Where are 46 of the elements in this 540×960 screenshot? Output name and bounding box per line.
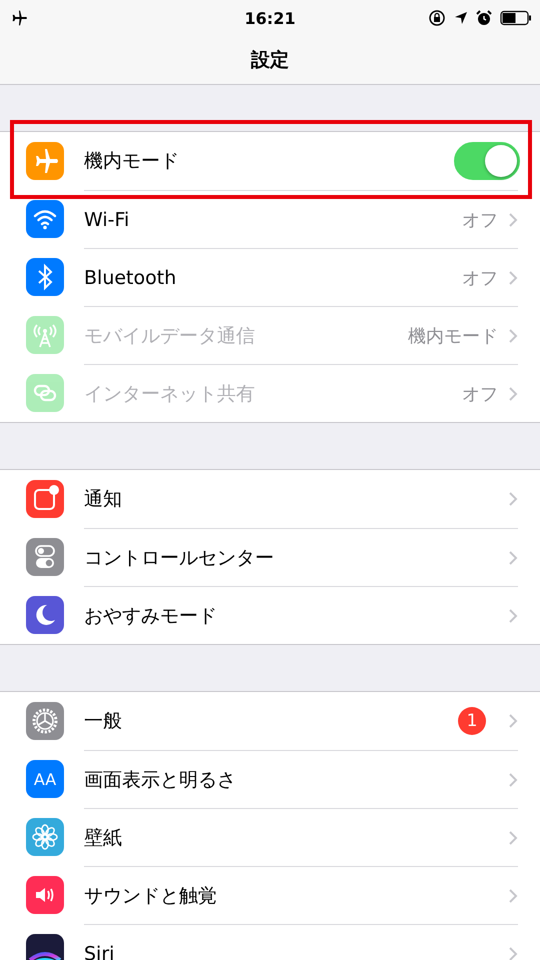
chevron-icon	[508, 550, 518, 566]
letters-icon: AA	[26, 760, 64, 798]
switches-icon	[26, 538, 64, 576]
chevron-icon	[508, 830, 518, 846]
screen-title: 設定	[251, 48, 289, 73]
chevron-icon	[508, 888, 518, 904]
gear-icon	[26, 702, 64, 740]
chevron-icon	[508, 386, 518, 402]
airplane-icon	[26, 142, 64, 180]
settings-item[interactable]: Wi-Fi	[84, 208, 452, 230]
flower-icon	[26, 818, 64, 856]
clock-time: 16:21	[244, 8, 296, 28]
location-arrow-icon	[454, 11, 468, 25]
settings-item[interactable]: 壁紙	[84, 824, 498, 850]
chevron-icon	[508, 608, 518, 624]
chevron-icon	[508, 328, 518, 344]
detail-text: オフ	[462, 382, 498, 406]
toggle-switch[interactable]	[454, 142, 520, 180]
detail-text: オフ	[462, 208, 498, 232]
chevron-icon	[508, 491, 518, 507]
notification-icon	[26, 480, 64, 518]
chevron-icon	[508, 270, 518, 286]
moon-icon	[26, 596, 64, 634]
bluetooth-icon	[26, 258, 64, 296]
chain-link-icon	[26, 374, 64, 412]
settings-item[interactable]: Siri	[84, 942, 498, 960]
settings-item[interactable]: 機内モード	[84, 148, 444, 174]
settings-item[interactable]: コントロールセンター	[84, 544, 498, 570]
wifi-icon	[26, 200, 64, 238]
settings-item[interactable]: 通知	[84, 486, 498, 512]
settings-item[interactable]: おやすみモード	[84, 602, 498, 628]
notification-badge: 1	[458, 707, 486, 735]
battery-icon	[500, 10, 532, 26]
settings-item[interactable]: Bluetooth	[84, 266, 452, 288]
detail-text: オフ	[462, 266, 498, 290]
settings-item[interactable]: 画面表示と明るさ	[84, 766, 498, 792]
antenna-icon	[26, 316, 64, 354]
chevron-icon	[508, 212, 518, 228]
detail-text: 機内モード	[408, 324, 498, 348]
alarm-clock-icon	[476, 10, 492, 26]
chevron-icon	[508, 772, 518, 788]
settings-item[interactable]: 一般	[84, 708, 448, 734]
chevron-icon	[508, 713, 518, 729]
speaker-icon	[26, 876, 64, 914]
settings-item[interactable]: サウンドと触覚	[84, 882, 498, 908]
rotation-lock-icon	[428, 9, 446, 27]
